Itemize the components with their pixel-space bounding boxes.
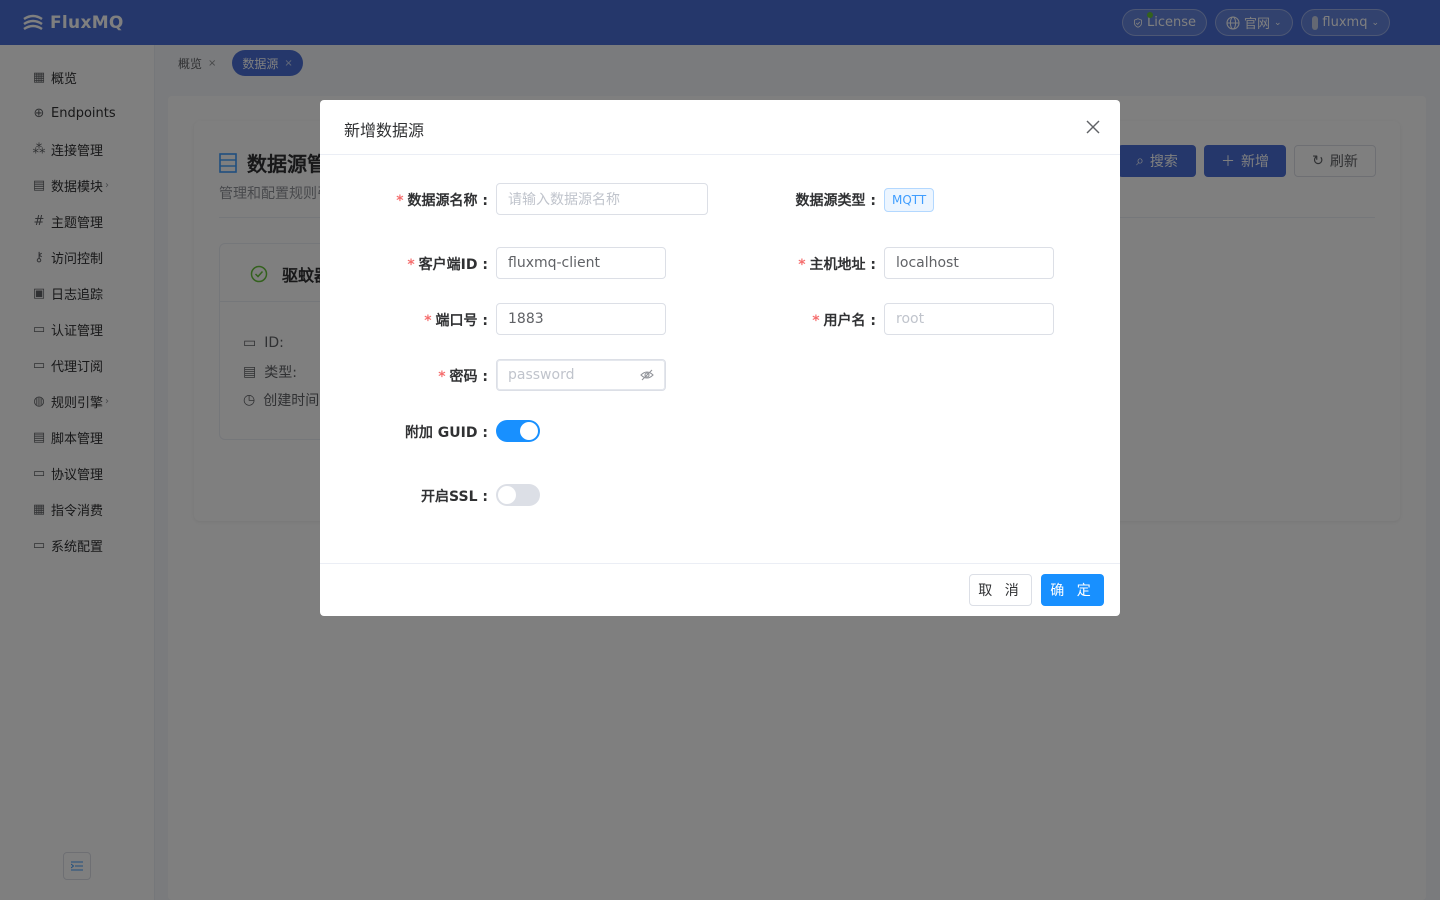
host-label: * 主机地址 : bbox=[798, 257, 876, 273]
required-mark: * bbox=[798, 257, 806, 273]
label-text: 数据源类型 bbox=[795, 193, 866, 209]
datasource-type-tag: MQTT bbox=[884, 188, 935, 212]
datasource-type-label: 数据源类型 : bbox=[795, 193, 876, 209]
guid-label: 附加 GUID : bbox=[404, 425, 488, 441]
datasource-name-input[interactable]: 请输入数据源名称 bbox=[496, 183, 708, 215]
required-mark: * bbox=[812, 313, 820, 329]
switch-knob bbox=[520, 422, 538, 440]
label-text: 密码 bbox=[449, 369, 478, 385]
label-text: 主机地址 bbox=[809, 257, 866, 273]
add-datasource-dialog: 新增数据源 * 数据源名称 : 请输入数据源名称 数据源类型 : MQTT * 客户… bbox=[320, 100, 1120, 616]
port-label: * 端口号 : bbox=[424, 313, 488, 329]
placeholder-text: 请输入数据源名称 bbox=[508, 192, 620, 208]
confirm-button[interactable]: 确 定 bbox=[1041, 574, 1104, 606]
label-text: 客户端ID bbox=[418, 257, 478, 273]
eye-off-icon[interactable] bbox=[640, 369, 654, 381]
close-icon[interactable] bbox=[1083, 117, 1103, 137]
dialog-footer-divider bbox=[320, 563, 1120, 564]
required-mark: * bbox=[407, 257, 415, 273]
required-mark: * bbox=[424, 313, 432, 329]
label-text: 端口号 bbox=[435, 313, 478, 329]
password-label: * 密码 : bbox=[438, 369, 488, 385]
port-input[interactable]: 1883 bbox=[496, 303, 666, 335]
guid-switch[interactable] bbox=[496, 420, 540, 442]
username-label: * 用户名 : bbox=[812, 313, 876, 329]
label-text: 附加 GUID bbox=[404, 425, 478, 441]
input-value: localhost bbox=[896, 255, 959, 271]
dialog-header-divider bbox=[320, 154, 1120, 155]
placeholder-text: root bbox=[896, 311, 925, 327]
password-input[interactable]: password bbox=[496, 359, 666, 391]
cancel-button[interactable]: 取 消 bbox=[969, 574, 1032, 606]
switch-knob bbox=[498, 486, 516, 504]
host-input[interactable]: localhost bbox=[884, 247, 1054, 279]
client-id-input[interactable]: fluxmq-client bbox=[496, 247, 666, 279]
required-mark: * bbox=[396, 193, 404, 209]
datasource-name-label: * 数据源名称 : bbox=[396, 193, 488, 209]
ssl-label: 开启SSL : bbox=[421, 489, 488, 505]
placeholder-text: password bbox=[508, 367, 575, 383]
dialog-title: 新增数据源 bbox=[344, 121, 425, 140]
input-value: fluxmq-client bbox=[508, 255, 601, 271]
label-text: 数据源名称 bbox=[407, 193, 478, 209]
label-text: 用户名 bbox=[823, 313, 866, 329]
input-value: 1883 bbox=[508, 311, 544, 327]
username-input[interactable]: root bbox=[884, 303, 1054, 335]
client-id-label: * 客户端ID : bbox=[407, 257, 488, 273]
ssl-switch[interactable] bbox=[496, 484, 540, 506]
required-mark: * bbox=[438, 369, 446, 385]
label-text: 开启SSL bbox=[421, 489, 478, 505]
